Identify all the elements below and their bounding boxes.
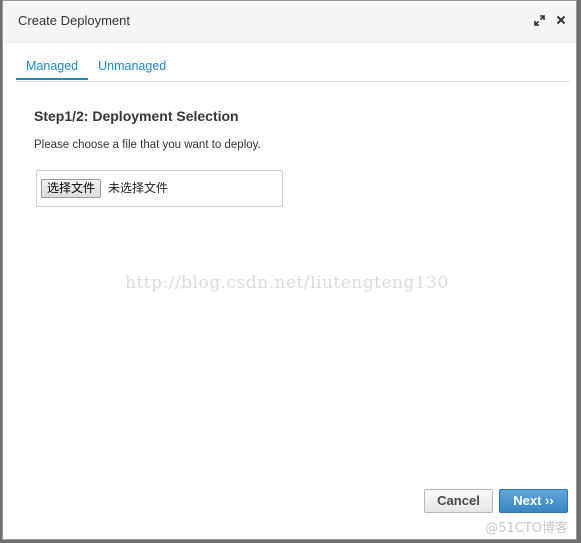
expand-icon[interactable] <box>532 13 546 27</box>
step-instructions: Please choose a file that you want to de… <box>34 139 261 151</box>
title-icons <box>532 13 568 27</box>
cancel-button[interactable]: Cancel <box>424 489 493 513</box>
watermark-text: http://blog.csdn.net/liutengteng130 <box>125 273 449 293</box>
file-input-field[interactable]: 选择文件 未选择文件 <box>36 170 283 207</box>
tab-managed[interactable]: Managed <box>16 53 89 80</box>
corner-watermark: @51CTO博客 <box>485 521 568 536</box>
tab-unmanaged[interactable]: Unmanaged <box>88 53 176 80</box>
deployment-tabs: Managed Unmanaged <box>16 53 570 82</box>
create-deployment-dialog: Create Deployment Managed Unmanaged Step… <box>2 0 577 540</box>
dialog-titlebar: Create Deployment <box>3 1 576 43</box>
choose-file-button[interactable]: 选择文件 <box>41 179 102 198</box>
step-title: Step1/2: Deployment Selection <box>34 108 239 124</box>
file-status-text: 未选择文件 <box>108 181 169 195</box>
next-button[interactable]: Next ›› <box>499 489 568 513</box>
close-icon[interactable] <box>554 13 568 27</box>
dialog-title: Create Deployment <box>18 13 130 28</box>
